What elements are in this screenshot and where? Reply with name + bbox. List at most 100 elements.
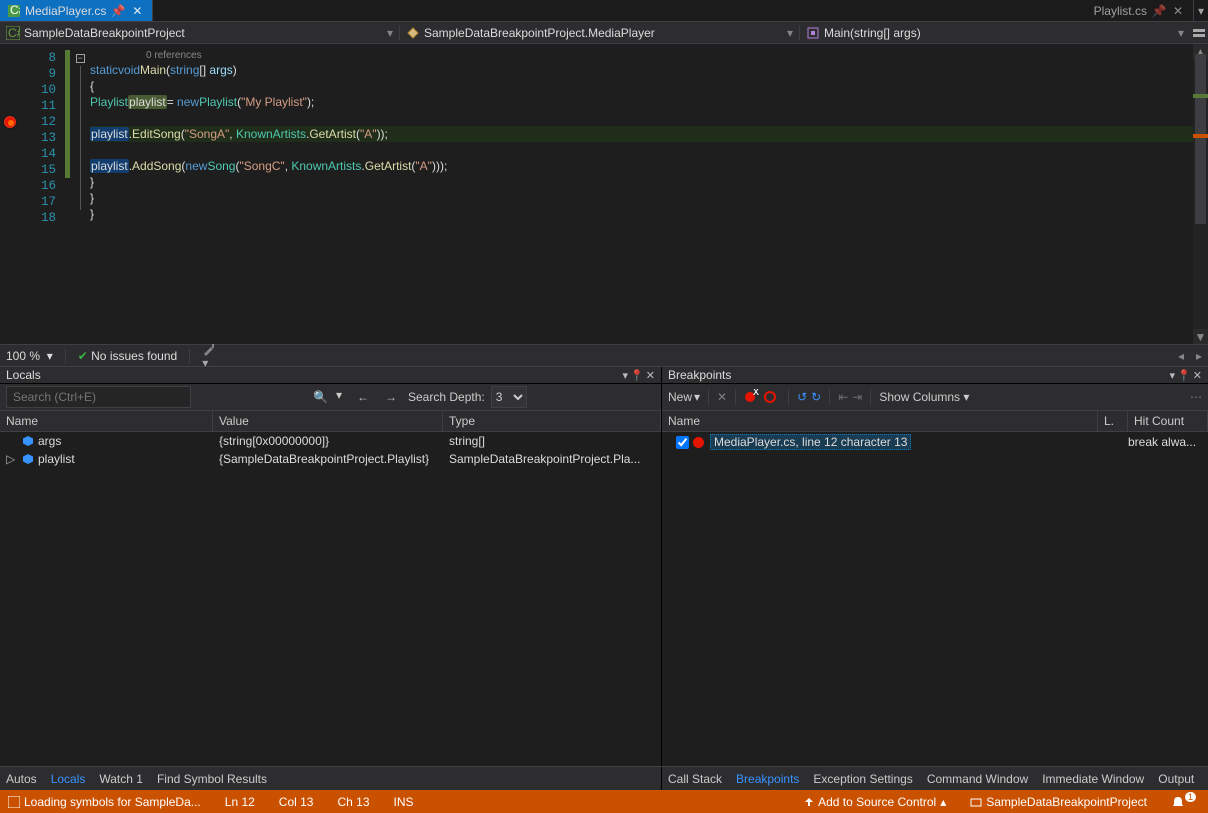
navigation-bar: C# SampleDataBreakpointProject ▾ SampleD…	[0, 22, 1208, 44]
export-button[interactable]: ↻	[811, 390, 821, 404]
scroll-down-icon[interactable]: ▼	[1193, 329, 1208, 344]
breakpoint-row[interactable]: MediaPlayer.cs, line 12 character 13brea…	[662, 432, 1208, 452]
close-icon[interactable]: ✕	[130, 4, 144, 18]
breakpoints-grid[interactable]: MediaPlayer.cs, line 12 character 13brea…	[662, 432, 1208, 766]
tool-tab[interactable]: Autos	[6, 772, 37, 786]
tool-tab[interactable]: Locals	[51, 772, 86, 786]
split-editor-button[interactable]	[1190, 26, 1208, 40]
close-icon[interactable]: ✕	[1193, 369, 1202, 382]
locals-toolbar: 🔍 ▾ ← → Search Depth: 3	[0, 384, 661, 411]
outline-margin[interactable]: −	[70, 44, 90, 344]
status-ins[interactable]: INS	[394, 795, 414, 809]
project-icon	[970, 796, 982, 808]
class-dropdown[interactable]: SampleDataBreakpointProject.MediaPlayer …	[400, 26, 800, 40]
tab-label: MediaPlayer.cs	[25, 4, 106, 18]
cleanup-button[interactable]: ▾	[202, 342, 216, 370]
tab-playlist[interactable]: Playlist.cs 📌 ✕	[1086, 0, 1194, 21]
col-value[interactable]: Value	[213, 411, 443, 431]
search-icon[interactable]: 🔍	[313, 390, 328, 404]
cell-value: {SampleDataBreakpointProject.Playlist}	[213, 452, 443, 466]
window-menu-icon[interactable]: ▾	[623, 369, 629, 382]
depth-select[interactable]: 3	[491, 386, 527, 408]
toggle-all-button[interactable]	[764, 389, 780, 405]
breakpoint-marker	[1193, 134, 1208, 138]
tool-tab[interactable]: Call Stack	[668, 772, 722, 786]
breakpoint-label: MediaPlayer.cs, line 12 character 13	[710, 434, 911, 450]
col-labels[interactable]: L.	[1098, 411, 1128, 431]
nav-back-button[interactable]: ←	[352, 386, 374, 408]
locals-header[interactable]: Name Value Type	[0, 411, 661, 432]
close-icon[interactable]: ✕	[646, 369, 655, 382]
zoom-level[interactable]: 100 % ▾	[6, 349, 53, 363]
scrollbar-thumb[interactable]	[1195, 54, 1206, 224]
svg-text:x: x	[753, 389, 759, 398]
status-line[interactable]: Ln 12	[225, 795, 255, 809]
pin-icon[interactable]: 📌	[1152, 4, 1166, 18]
tool-tab[interactable]: Breakpoints	[736, 772, 799, 786]
tool-tab[interactable]: Watch 1	[99, 772, 143, 786]
expand-toggle[interactable]: ▷	[0, 452, 16, 466]
col-name[interactable]: Name	[662, 411, 1098, 431]
upload-icon	[804, 797, 814, 807]
search-input[interactable]	[6, 386, 191, 408]
editor-status-bar: 100 % ▾ ✔ No issues found ▾ ◂ ▸	[0, 344, 1208, 367]
cell-name: args	[16, 434, 213, 448]
locals-grid[interactable]: args{string[0x00000000]}string[]▷playlis…	[0, 432, 661, 766]
tool-tab[interactable]: Command Window	[927, 772, 1028, 786]
pin-icon[interactable]: 📌	[111, 4, 125, 18]
pin-icon[interactable]: 📍	[630, 369, 644, 382]
svg-text:C#: C#	[8, 26, 20, 40]
status-ch[interactable]: Ch 13	[337, 795, 369, 809]
close-icon[interactable]: ✕	[1171, 4, 1185, 18]
delete-all-button[interactable]: x	[744, 389, 760, 405]
svg-text:C#: C#	[10, 5, 20, 17]
import-button[interactable]: ↺	[797, 390, 807, 404]
tool-tab[interactable]: Find Symbol Results	[157, 772, 267, 786]
breakpoint-checkbox[interactable]	[676, 436, 689, 449]
class-icon	[406, 26, 420, 40]
show-columns-button[interactable]: Show Columns ▾	[879, 390, 969, 404]
tab-mediaplayer[interactable]: C# MediaPlayer.cs 📌 ✕	[0, 0, 153, 21]
status-col[interactable]: Col 13	[279, 795, 314, 809]
panel-title-text: Locals	[6, 368, 41, 382]
code-editor[interactable]: 89101112131415161718 − 0 references stat…	[0, 44, 1208, 344]
window-menu-icon[interactable]: ▾	[1170, 369, 1176, 382]
go-to-disasm-button[interactable]: ⇥	[852, 390, 862, 404]
dropdown-icon[interactable]: ▾	[336, 388, 342, 402]
member-dropdown[interactable]: Main(string[] args) ▾	[800, 26, 1190, 40]
tool-tab[interactable]: Output	[1158, 772, 1194, 786]
locals-row[interactable]: args{string[0x00000000]}string[]	[0, 432, 661, 450]
tool-tab[interactable]: Exception Settings	[813, 772, 912, 786]
code-surface[interactable]: 0 references static void Main(string[] a…	[90, 44, 1208, 344]
csharp-file-icon: C#	[8, 5, 20, 17]
error-health[interactable]: ✔ No issues found	[78, 349, 177, 363]
csharp-project-icon: C#	[6, 26, 20, 40]
pin-icon[interactable]: 📍	[1177, 369, 1191, 382]
vertical-scrollbar[interactable]: ▲ ▼	[1193, 44, 1208, 344]
hscroll-left-icon[interactable]: ◂	[1178, 349, 1184, 363]
status-project[interactable]: SampleDataBreakpointProject	[970, 795, 1147, 809]
codelens-references[interactable]: 0 references	[90, 50, 1208, 62]
panel-title-bar[interactable]: Locals ▾ 📍 ✕	[0, 367, 661, 384]
source-control-button[interactable]: Add to Source Control ▴	[804, 795, 946, 809]
overflow-icon[interactable]: ⋯	[1190, 390, 1202, 404]
tab-overflow[interactable]: ▾	[1194, 0, 1208, 21]
status-loading: Loading symbols for SampleDa...	[8, 795, 201, 809]
delete-breakpoint-button[interactable]: ✕	[717, 390, 727, 404]
editor-gutter[interactable]: 89101112131415161718	[0, 44, 70, 344]
breakpoints-panel: Breakpoints ▾ 📍 ✕ New ▾ ✕ x ↺ ↻ ⇤ ⇥ Show…	[662, 367, 1208, 766]
col-type[interactable]: Type	[443, 411, 661, 431]
hscroll-right-icon[interactable]: ▸	[1196, 349, 1202, 363]
project-dropdown[interactable]: C# SampleDataBreakpointProject ▾	[0, 26, 400, 40]
breakpoints-header[interactable]: Name L. Hit Count	[662, 411, 1208, 432]
locals-row[interactable]: ▷playlist{SampleDataBreakpointProject.Pl…	[0, 450, 661, 468]
col-name[interactable]: Name	[0, 411, 213, 431]
locals-panel: Locals ▾ 📍 ✕ 🔍 ▾ ← → Search Depth: 3 Nam…	[0, 367, 662, 766]
go-to-source-button[interactable]: ⇤	[838, 390, 848, 404]
nav-forward-button[interactable]: →	[380, 386, 402, 408]
new-breakpoint-button[interactable]: New ▾	[668, 390, 700, 404]
tool-tab[interactable]: Immediate Window	[1042, 772, 1144, 786]
notifications-icon[interactable]: 1	[1171, 795, 1200, 809]
col-hitcount[interactable]: Hit Count	[1128, 411, 1208, 431]
panel-title-bar[interactable]: Breakpoints ▾ 📍 ✕	[662, 367, 1208, 384]
